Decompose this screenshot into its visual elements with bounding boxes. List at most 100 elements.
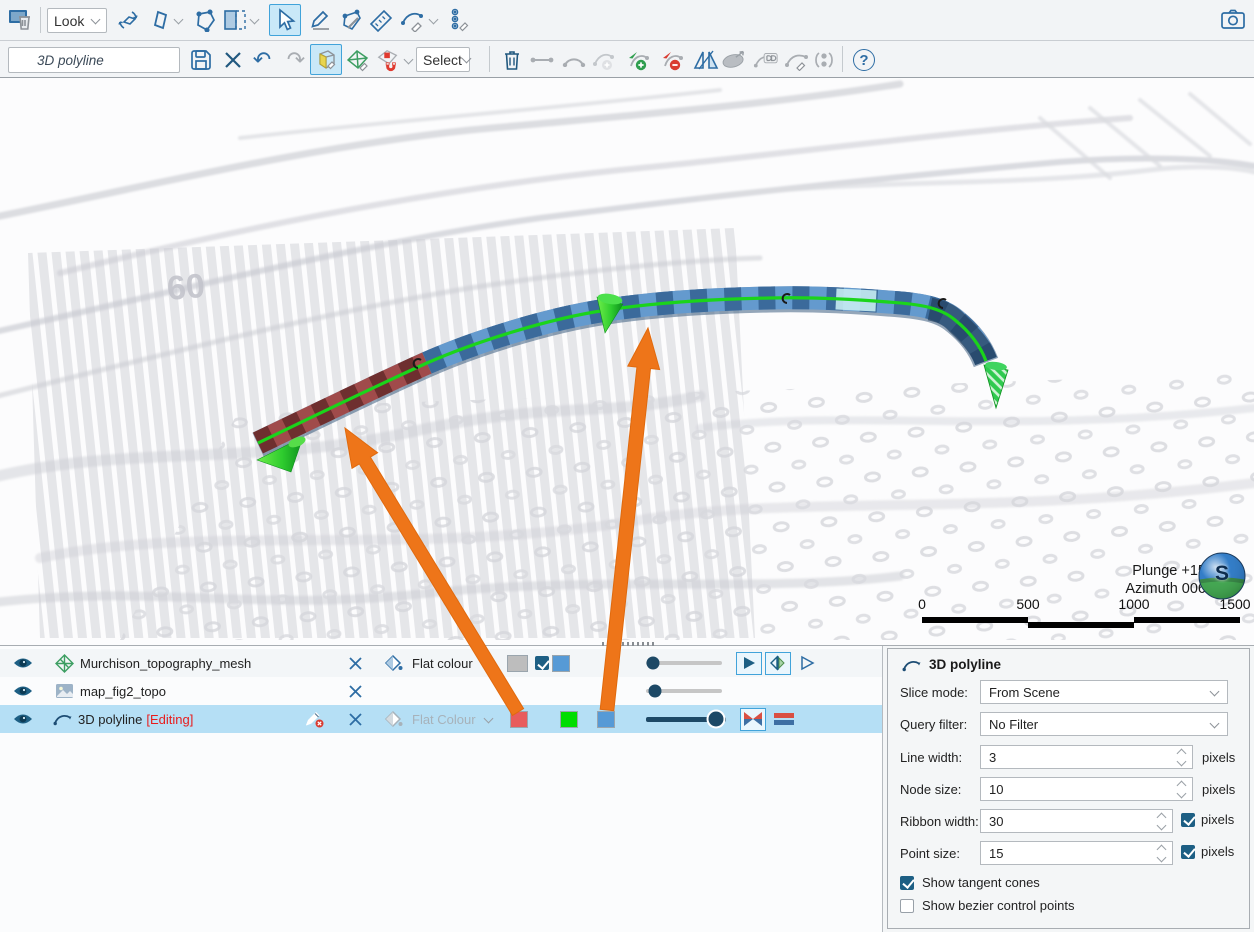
curve-brackets-button[interactable] [810,46,838,74]
faces-both-button[interactable] [765,652,791,675]
line-width-label: Line width: [900,750,962,765]
select-rectangle-icon [222,8,248,32]
ribbon-right-colour-swatch[interactable] [597,705,615,733]
spinner-arrows-icon[interactable] [1178,780,1188,800]
node-size-spinner[interactable] [980,777,1193,801]
show-bezier-row[interactable]: Show bezier control points [900,898,1074,913]
shape-row-topography-mesh[interactable]: Murchison_topography_mesh Flat colour [0,649,882,677]
draw-slicer-polygon-button[interactable] [190,5,220,35]
opacity-slider[interactable] [646,649,722,677]
draw-slicer-button[interactable] [146,5,176,35]
draw-polygon-button[interactable] [337,5,367,35]
point-pixels-checkbox[interactable] [1181,845,1195,859]
look-dropdown[interactable]: Look [47,8,107,33]
chevron-down-icon [1210,720,1219,729]
surface-mesh-icon [345,48,371,72]
convert-3d-button[interactable] [752,46,780,74]
bottom-panel: Murchison_topography_mesh Flat colour [0,645,1254,932]
spinner-arrows-icon[interactable] [1178,748,1188,768]
colour-mode-label[interactable]: Flat Colour [412,705,476,733]
back-colour-swatch[interactable] [507,649,528,677]
draw-slicer-menu-chevron[interactable] [174,15,184,25]
compass-ball[interactable]: S [1197,551,1247,601]
remove-from-scene-button[interactable] [348,705,363,733]
show-bezier-checkbox[interactable] [900,899,914,913]
undo-button[interactable]: ↶ [248,46,276,74]
3d-scene-viewport[interactable]: 60 [0,78,1254,645]
new-arc-button[interactable] [560,46,588,74]
snap-options-button[interactable] [374,46,402,74]
ribbon-width-input[interactable] [981,810,1172,832]
draw-polyline-menu-chevron[interactable] [429,15,439,25]
front-colour-swatch[interactable] [552,649,570,677]
slicer-polygon-icon [193,8,217,32]
draw-points-button[interactable] [444,5,474,35]
query-filter-dropdown[interactable]: No Filter [980,712,1228,736]
visibility-eye-icon[interactable] [13,677,33,705]
help-button[interactable]: ? [850,46,878,74]
node-size-input[interactable] [981,778,1192,800]
line-width-spinner[interactable] [980,745,1193,769]
add-tangent-node-button[interactable] [624,46,652,74]
delete-object-button[interactable] [498,46,526,74]
colour-mode-label[interactable]: Flat colour [412,649,473,677]
line-width-input[interactable] [981,746,1192,768]
draw-plane-line-button[interactable] [306,5,336,35]
remove-from-scene-button[interactable] [348,677,363,705]
point-size-pixels-toggle[interactable]: pixels [1181,844,1234,859]
camera-icon [1220,9,1246,31]
draw-on-3d-button[interactable] [310,44,342,75]
opacity-slider[interactable] [646,677,722,705]
spinner-arrows-icon[interactable] [1158,844,1168,864]
ribbon-width-pixels-toggle[interactable]: pixels [1181,812,1234,827]
screenshot-button[interactable] [1218,5,1248,35]
ribbon-width-spinner[interactable] [980,809,1173,833]
shape-row-3d-polyline[interactable]: 3D polyline [Editing] Flat Colour [0,705,882,733]
shape-row-map-image[interactable]: map_fig2_topo [0,677,882,705]
line-colour-swatch[interactable] [560,705,578,733]
colour-mode-chevron[interactable] [484,714,494,724]
add-node-button[interactable] [590,46,618,74]
ribbon-left-colour-swatch[interactable] [510,705,528,733]
faces-back-button[interactable] [794,652,820,675]
point-size-spinner[interactable] [980,841,1173,865]
clear-scene-button[interactable] [6,5,36,35]
ribbon-stripe-mode-button[interactable] [771,708,797,731]
select-mode-dropdown[interactable]: Select [416,47,470,72]
flip-normals-button[interactable] [692,46,720,74]
measure-ruler-button[interactable] [366,5,396,35]
draw-disc-button[interactable] [720,46,748,74]
stop-editing-button[interactable] [303,705,325,733]
ribbon-bowtie-mode-button[interactable] [740,708,766,731]
draw-polyline-button[interactable] [398,5,428,35]
front-colour-checkbox[interactable] [535,649,549,677]
edit-curve-button[interactable] [783,46,811,74]
point-size-input[interactable] [981,842,1172,864]
show-tangent-cones-row[interactable]: Show tangent cones [900,875,1040,890]
select-cursor-button[interactable] [269,4,301,36]
close-edit-button[interactable] [219,46,247,74]
polyline-type-icon [53,705,73,733]
spinner-arrows-icon[interactable] [1158,812,1168,832]
visibility-eye-icon[interactable] [13,649,33,677]
ribbon-width-units: pixels [1201,812,1234,827]
redo-button[interactable]: ↷ [282,46,310,74]
opacity-slider[interactable] [646,705,726,733]
slice-mode-dropdown[interactable]: From Scene [980,680,1228,704]
draw-on-surface-button[interactable] [344,46,372,74]
visibility-eye-icon[interactable] [13,705,33,733]
show-tangent-cones-checkbox[interactable] [900,876,914,890]
scale-tick-1000: 1000 [1118,596,1149,612]
new-segment-button[interactable] [528,46,556,74]
select-mode-label: Select [423,52,462,68]
move-slicer-button[interactable] [113,5,143,35]
remove-tangent-button[interactable] [658,46,686,74]
faces-front-button[interactable] [736,652,762,675]
ribbon-pixels-checkbox[interactable] [1181,813,1195,827]
select-rectangle-menu-chevron[interactable] [250,15,260,25]
polyline-name-input[interactable] [8,47,180,73]
select-rectangle-button[interactable] [220,5,250,35]
remove-from-scene-button[interactable] [348,649,363,677]
snap-menu-chevron[interactable] [404,55,414,65]
save-button[interactable] [187,46,215,74]
